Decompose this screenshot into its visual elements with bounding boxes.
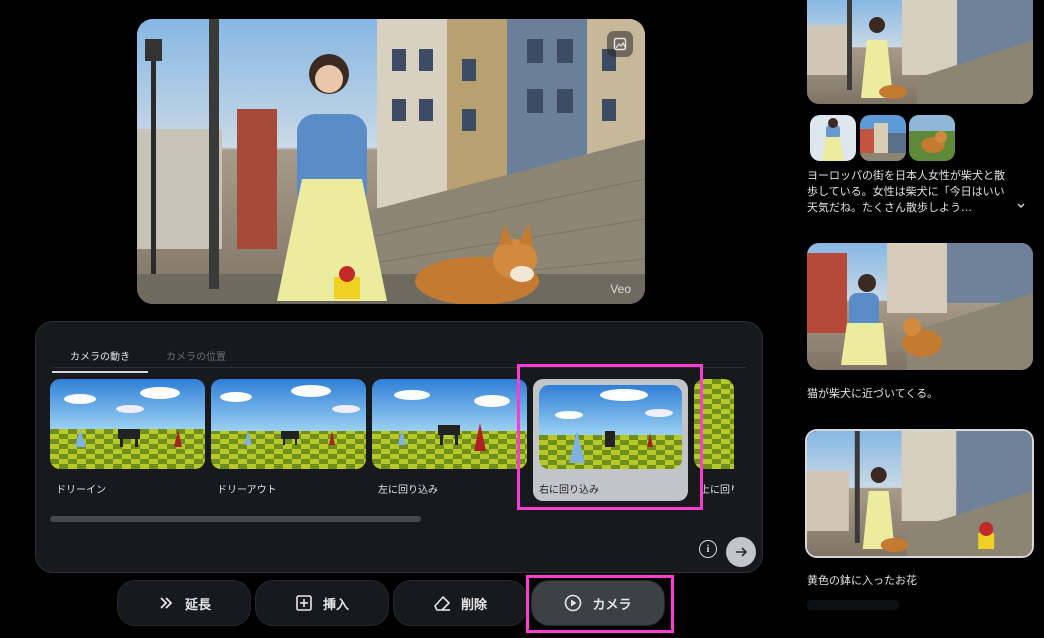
option-label: 上に回り込み <box>700 485 734 496</box>
delete-button[interactable]: 削除 <box>393 580 527 626</box>
clip-thumbnail-1[interactable] <box>807 0 1033 104</box>
clip-caption-2: 猫が柴犬に近づいてくる。 <box>807 387 939 400</box>
option-thumbnail <box>211 379 366 469</box>
option-label: 左に回り込み <box>378 485 438 496</box>
clip-thumbnail-2[interactable] <box>807 243 1033 370</box>
double-chevron-right-icon <box>157 594 175 612</box>
delete-label: 削除 <box>460 597 487 613</box>
image-edit-button[interactable] <box>607 31 633 57</box>
camera-option-orbit-up[interactable]: 上に回り込み <box>694 379 734 501</box>
camera-panel: カメラの動き カメラの位置 ドリーイン ドリーアウト 左に回り込み 右に回り込み… <box>35 321 763 573</box>
image-icon <box>613 37 627 51</box>
camera-button[interactable]: カメラ <box>531 580 665 626</box>
option-thumbnail <box>50 379 205 469</box>
insert-label: 挿入 <box>322 597 349 613</box>
extend-button[interactable]: 延長 <box>117 580 251 626</box>
camera-options: ドリーイン ドリーアウト 左に回り込み 右に回り込み 上に回 <box>50 379 762 505</box>
tab-divider <box>52 367 746 368</box>
reference-image-dog[interactable] <box>909 115 955 161</box>
clip-caption-3: 黄色の鉢に入ったお花 <box>807 574 917 587</box>
veo-watermark: Veo <box>610 282 631 296</box>
option-label: ドリーイン <box>56 485 106 496</box>
prompt-text: ヨーロッパの街を日本人女性が柴犬と散歩している。女性は柴犬に「今日はいい天気だね… <box>807 169 1005 214</box>
option-label: ドリーアウト <box>217 485 277 496</box>
play-circle-icon <box>564 594 582 612</box>
tab-camera-motion[interactable]: カメラの動き <box>52 346 148 373</box>
camera-option-orbit-right[interactable]: 右に回り込み <box>533 379 688 501</box>
arrow-right-icon <box>736 547 748 557</box>
preview-scene <box>137 19 645 304</box>
camera-option-orbit-left[interactable]: 左に回り込み <box>372 379 527 501</box>
camera-label: カメラ <box>592 597 632 613</box>
options-scrollbar[interactable] <box>50 516 750 522</box>
chevron-down-icon[interactable] <box>1014 199 1028 213</box>
option-thumbnail <box>694 379 734 469</box>
video-preview[interactable]: Veo <box>137 19 645 304</box>
tab-camera-position[interactable]: カメラの位置 <box>148 346 244 373</box>
camera-tabs: カメラの動き カメラの位置 <box>52 346 244 373</box>
option-thumbnail <box>539 385 682 469</box>
extend-label: 延長 <box>184 597 211 613</box>
clip-thumbnail-3[interactable] <box>805 429 1034 558</box>
option-thumbnail <box>372 379 527 469</box>
scrollbar-thumb[interactable] <box>50 516 421 522</box>
eraser-icon <box>433 594 451 612</box>
truncated-line <box>807 600 899 610</box>
plus-square-icon <box>295 594 313 612</box>
info-icon[interactable]: i <box>699 540 717 558</box>
insert-button[interactable]: 挿入 <box>255 580 389 626</box>
apply-arrow-button[interactable] <box>726 537 756 567</box>
option-label: 右に回り込み <box>539 485 599 496</box>
camera-option-dolly-in[interactable]: ドリーイン <box>50 379 205 501</box>
camera-option-dolly-out[interactable]: ドリーアウト <box>211 379 366 501</box>
reference-image-woman[interactable] <box>810 115 856 161</box>
reference-image-town[interactable] <box>860 115 906 161</box>
